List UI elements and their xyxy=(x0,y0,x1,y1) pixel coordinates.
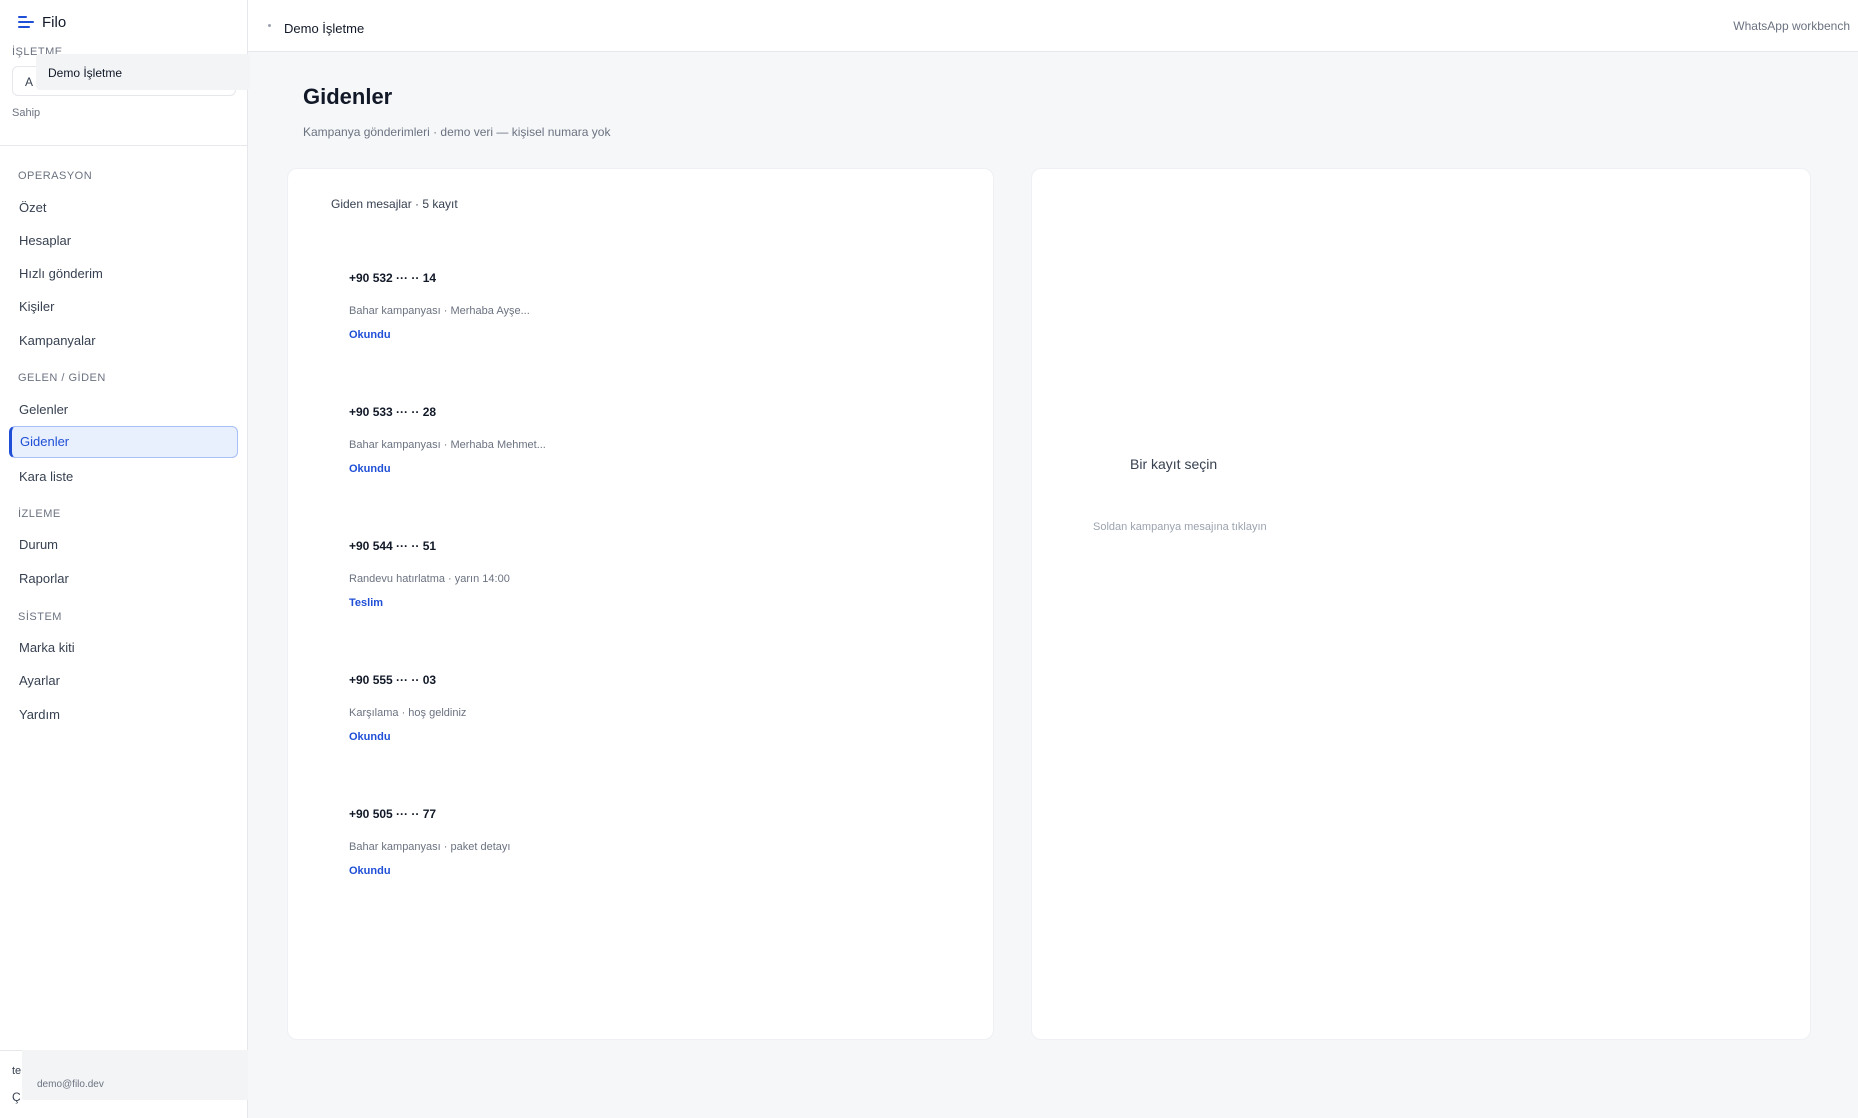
sidebar-item-durum[interactable]: Durum xyxy=(9,529,238,561)
sidebar-item-yardim[interactable]: Yardım xyxy=(9,699,238,731)
list-item[interactable]: +90 533 ··· ·· 28 Bahar kampanyası · Mer… xyxy=(349,405,849,475)
list-header: Giden mesajlar · 5 kayıt xyxy=(331,197,458,211)
topbar: Demo İşletme WhatsApp workbench xyxy=(248,0,1858,52)
message-status: Okundu xyxy=(349,329,391,341)
business-option[interactable]: Demo İşletme xyxy=(36,54,250,90)
sidebar-item-raporlar[interactable]: Raporlar xyxy=(9,563,238,595)
divider xyxy=(0,145,247,146)
business-initial: A xyxy=(25,75,34,89)
sidebar-item-gelenler[interactable]: Gelenler xyxy=(9,394,238,426)
sidebar-item-gidenler[interactable]: Gidenler xyxy=(9,426,238,458)
message-preview: Karşılama · hoş geldiniz xyxy=(349,707,467,719)
user-email[interactable]: demo@filo.dev xyxy=(22,1050,248,1100)
message-phone: +90 555 ··· ·· 03 xyxy=(349,673,437,687)
footer-text: te xyxy=(12,1065,22,1077)
empty-state-title: Bir kayıt seçin xyxy=(1130,456,1218,472)
sidebar-item-ozet[interactable]: Özet xyxy=(9,192,238,224)
list-item[interactable]: +90 505 ··· ·· 77 Bahar kampanyası · pak… xyxy=(349,807,849,877)
message-phone: +90 532 ··· ·· 14 xyxy=(349,271,437,285)
message-preview: Bahar kampanyası · paket detayı xyxy=(349,841,511,853)
page-title: Gidenler xyxy=(303,84,393,109)
message-preview: Bahar kampanyası · Merhaba Ayşe... xyxy=(349,305,530,317)
message-phone: +90 533 ··· ·· 28 xyxy=(349,405,437,419)
page-subtitle: Kampanya gönderimleri · demo veri — kişi… xyxy=(303,125,611,139)
empty-state-subtitle: Soldan kampanya mesajına tıklayın xyxy=(1093,521,1267,533)
message-status: Okundu xyxy=(349,731,391,743)
app-title: Filo xyxy=(42,14,67,31)
workbench-label: WhatsApp workbench xyxy=(1733,19,1850,33)
sidebar-item-kisiler[interactable]: Kişiler xyxy=(9,291,238,323)
message-preview: Bahar kampanyası · Merhaba Mehmet... xyxy=(349,439,546,451)
sidebar-item-kampanyalar[interactable]: Kampanyalar xyxy=(9,325,238,357)
footer-text: Ç xyxy=(12,1090,21,1104)
sidebar-item-kara-liste[interactable]: Kara liste xyxy=(9,461,238,493)
nav-section-title: SİSTEM xyxy=(18,611,62,623)
message-status: Okundu xyxy=(349,865,391,877)
menu-icon[interactable] xyxy=(18,15,34,30)
outgoing-list-panel: Giden mesajlar · 5 kayıt +90 532 ··· ·· … xyxy=(287,168,994,1040)
nav-section-title: İZLEME xyxy=(18,508,61,520)
list-item[interactable]: +90 544 ··· ·· 51 Randevu hatırlatma · y… xyxy=(349,539,849,609)
breadcrumb[interactable]: Demo İşletme xyxy=(284,21,364,36)
message-phone: +90 505 ··· ·· 77 xyxy=(349,807,437,821)
sidebar-item-hesaplar[interactable]: Hesaplar xyxy=(9,225,238,257)
sidebar: Filo İŞLETME A Demo İşletme Sahip OPERAS… xyxy=(0,0,250,1118)
message-preview: Randevu hatırlatma · yarın 14:00 xyxy=(349,573,510,585)
brand[interactable]: Filo xyxy=(18,14,66,31)
list-item[interactable]: +90 532 ··· ·· 14 Bahar kampanyası · Mer… xyxy=(349,271,849,341)
message-phone: +90 544 ··· ·· 51 xyxy=(349,539,437,553)
nav-section-title: GELEN / GİDEN xyxy=(18,372,106,384)
sidebar-item-hizli-gonderim[interactable]: Hızlı gönderim xyxy=(9,258,238,290)
list-item[interactable]: +90 555 ··· ·· 03 Karşılama · hoş geldin… xyxy=(349,673,849,743)
user-role: Sahip xyxy=(12,107,41,119)
nav-section-title: OPERASYON xyxy=(18,170,93,182)
detail-panel: Bir kayıt seçin Soldan kampanya mesajına… xyxy=(1031,168,1811,1040)
message-status: Okundu xyxy=(349,463,391,475)
message-status: Teslim xyxy=(349,597,384,609)
breadcrumb-dot-icon xyxy=(268,24,271,27)
sidebar-item-ayarlar[interactable]: Ayarlar xyxy=(9,665,238,697)
sidebar-item-marka-kiti[interactable]: Marka kiti xyxy=(9,632,238,664)
